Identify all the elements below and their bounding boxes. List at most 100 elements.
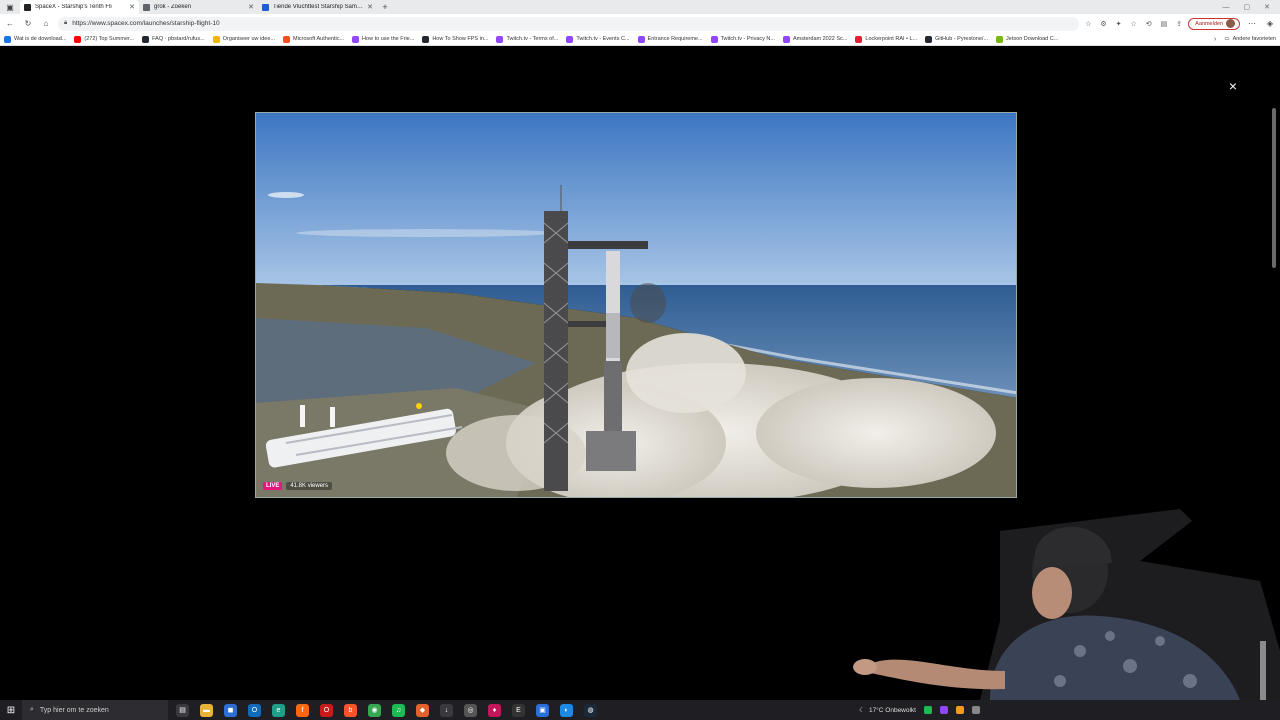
epic-icon[interactable]: E [512, 703, 525, 717]
favicon-icon [925, 35, 933, 43]
favorite-link[interactable]: Microsoft Authentic... [282, 35, 345, 43]
signin-label: Aanmelden [1195, 20, 1223, 27]
favorite-link[interactable]: Twitch.tv - Terms of... [496, 35, 558, 43]
opera-icon[interactable]: O [320, 703, 333, 717]
downloads-icon[interactable]: ↓ [440, 703, 453, 717]
tab-grok[interactable]: grok - Zoeken ✕ [139, 0, 258, 14]
edge-icon[interactable]: e [272, 703, 285, 717]
remote-icon[interactable]: ▣ [536, 703, 549, 717]
back-icon[interactable]: ← [4, 18, 16, 30]
steam-icon[interactable]: ◍ [584, 703, 597, 717]
search-favicon-icon [143, 3, 150, 11]
chrome-icon[interactable]: ◉ [368, 703, 381, 717]
app-blue-icon[interactable]: ◐ [560, 703, 573, 717]
favorite-link[interactable]: GitHub - Pyrestone/... [925, 35, 989, 43]
more-menu-icon[interactable]: ⋯ [1246, 18, 1258, 30]
favorite-link[interactable]: Organiseer uw idee... [212, 35, 275, 43]
firefox-icon[interactable]: f [296, 703, 309, 717]
address-bar: ← ↻ ⌂ 🔒︎ https://www.spacex.com/launches… [0, 14, 1280, 33]
other-favorites[interactable]: ▭ Andere favorieten [1224, 36, 1276, 42]
site-favicon-icon [262, 3, 269, 11]
signin-button[interactable]: Aanmelden [1188, 17, 1240, 30]
favorite-link[interactable]: FAQ · pbstard/rufus... [142, 35, 205, 43]
tab-close-icon[interactable]: ✕ [367, 3, 373, 11]
page-scrollbar[interactable] [1270, 46, 1278, 700]
tab-title: grok - Zoeken [154, 4, 192, 10]
page-content: × LIVE 41.8K viewers [0, 46, 1280, 700]
twitch-tray-icon[interactable] [940, 706, 948, 714]
favorite-link[interactable]: Twitch.tv - Events C... [566, 35, 630, 43]
favorite-label: How To Show FPS in... [432, 36, 489, 42]
file-explorer-icon[interactable]: ▬ [200, 703, 213, 717]
pinned-apps: ▤ ▬ ◼ Oe f Ob ◉ ♫ ◆ ↓ ◎ ♦ E ▣ ◐ ◍ [176, 703, 597, 717]
history-icon[interactable]: ⟲ [1146, 20, 1152, 28]
app-orange-icon[interactable]: ◆ [416, 703, 429, 717]
spotify-tray-icon[interactable] [924, 706, 932, 714]
puzzle-icon[interactable]: ✦ [1116, 20, 1122, 28]
favicon-icon [4, 35, 11, 43]
video-player[interactable]: LIVE 41.8K viewers [255, 112, 1017, 498]
favorite-link[interactable]: Entrance Requireme... [637, 35, 703, 43]
favicon-icon [74, 35, 82, 43]
windows-start-icon[interactable]: ⊞ [0, 700, 22, 720]
copilot-icon[interactable]: ◈ [1264, 18, 1276, 30]
extensions-icon[interactable]: ⚙ [1100, 20, 1106, 28]
favicon-icon [637, 35, 645, 43]
tray-app-icon[interactable] [956, 706, 964, 714]
favorite-link[interactable]: Jetson Download C... [996, 35, 1059, 43]
maximize-icon[interactable]: ▢ [1244, 3, 1251, 11]
favorite-link[interactable]: Lockerpoint RAI • L... [855, 35, 917, 43]
more-favorites-chevron-icon[interactable]: › [1214, 36, 1216, 43]
favorite-label: Twitch.tv - Events C... [576, 36, 630, 42]
favorites-icon[interactable]: ☆ [1131, 20, 1137, 28]
favorite-label: Microsoft Authentic... [292, 36, 345, 42]
favorite-link[interactable]: How To Show FPS in... [422, 35, 489, 43]
brave-icon[interactable]: b [344, 703, 357, 717]
streamer-webcam-image [853, 509, 1280, 700]
outlook-icon[interactable]: O [248, 703, 261, 717]
url-field[interactable]: 🔒︎ https://www.spacex.com/launches/stars… [58, 16, 1080, 31]
home-icon[interactable]: ⌂ [40, 18, 52, 30]
favorite-label: Wat is de download... [14, 36, 67, 42]
taskbar-search[interactable]: ⌕ Typ hier om te zoeken [22, 700, 168, 720]
weather-widget[interactable]: ☾ 17°C Onbewolkt [859, 706, 916, 715]
collections-icon[interactable]: ▤ [1161, 20, 1168, 28]
favorite-link[interactable]: Twitch.tv - Privacy N... [710, 35, 775, 43]
launch-scene-image [256, 113, 1016, 497]
favorite-link[interactable]: Wat is de download... [4, 35, 67, 43]
favorite-link[interactable]: How to use the Frie... [352, 35, 414, 43]
favorites-bar: Wat is de download... (272) Top Summer...… [0, 33, 1280, 46]
tab-spacex[interactable]: SpaceX - Starship's Tenth Fli ✕ [20, 0, 139, 14]
favorite-link[interactable]: (272) Top Summer... [74, 35, 134, 43]
refresh-icon[interactable]: ↻ [22, 18, 34, 30]
new-tab-button[interactable]: + [377, 0, 393, 14]
tab-close-icon[interactable]: ✕ [248, 3, 254, 11]
favorite-label: Twitch.tv - Privacy N... [720, 36, 775, 42]
task-view-icon[interactable]: ▤ [176, 703, 189, 717]
close-video-button[interactable]: × [1226, 79, 1240, 93]
app-pink-icon[interactable]: ♦ [488, 703, 501, 717]
tab-starship-test[interactable]: Tiende Vluchttest Starship Samen ✕ [258, 0, 377, 14]
share-icon[interactable]: ⇪ [1176, 20, 1182, 28]
favicon-icon [855, 35, 863, 43]
favorite-label: GitHub - Pyrestone/... [935, 36, 989, 42]
favorite-label: FAQ · pbstard/rufus... [152, 36, 205, 42]
obs-icon[interactable]: ◎ [464, 703, 477, 717]
other-favorites-label: Andere favorieten [1232, 36, 1276, 42]
tab-close-icon[interactable]: ✕ [129, 3, 135, 11]
favicon-icon [566, 35, 574, 43]
store-icon[interactable]: ◼ [224, 703, 237, 717]
network-icon[interactable] [972, 706, 980, 714]
window-menu-icon[interactable]: ▣ [0, 0, 20, 14]
scrollbar-thumb[interactable] [1272, 108, 1276, 268]
spotify-icon[interactable]: ♫ [392, 703, 405, 717]
star-icon[interactable]: ☆ [1085, 20, 1091, 28]
favorite-label: Jetson Download C... [1006, 36, 1059, 42]
close-window-icon[interactable]: ✕ [1264, 3, 1270, 11]
lock-icon: 🔒︎ [64, 20, 68, 26]
webcam-overlay [840, 501, 1280, 700]
favorite-link[interactable]: Amsterdam 2022 Sc... [782, 35, 847, 43]
minimize-icon[interactable]: — [1223, 4, 1230, 11]
favicon-icon [352, 35, 360, 43]
window-controls: — ▢ ✕ [1223, 0, 1280, 14]
